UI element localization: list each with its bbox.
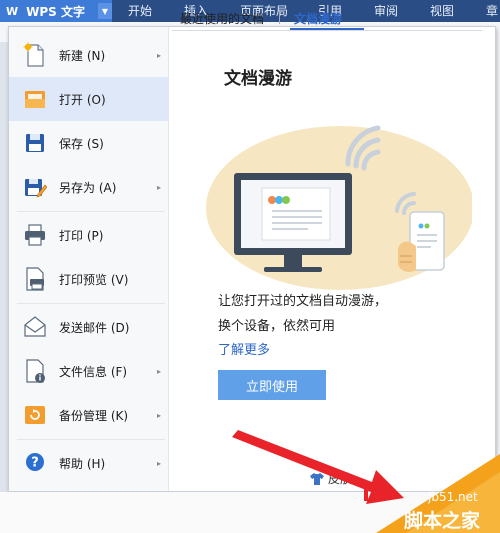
save-disk-icon [26,134,44,152]
help-icon: ? [26,453,44,471]
roaming-description-line2: 换个设备，依然可用 [218,319,336,334]
submenu-arrow-icon: ▸ [156,366,161,376]
menu-item-open[interactable]: 打开 (O) [9,77,169,121]
menu-item-label: 打开 (O) [59,92,106,107]
menu-divider [17,211,165,212]
print-preview-icon [26,267,44,291]
menu-item-send-mail[interactable]: 发送邮件 (D) [9,305,169,349]
document-left-margin [0,42,8,492]
watermark-url: jb51.net [428,490,478,504]
printer-icon [25,224,45,246]
menu-item-save[interactable]: 保存 (S) [9,121,169,165]
tshirt-icon [310,472,324,485]
new-document-icon [23,42,44,67]
app-title: WPS 文字 [26,4,85,19]
menu-item-label: 备份管理 (K) [59,408,129,423]
menu-item-new[interactable]: 新建 (N) ▸ [9,33,169,77]
menu-item-backup[interactable]: 备份管理 (K) ▸ [9,393,169,437]
wps-app-menu-button[interactable]: W WPS 文字 ▼ [0,0,112,22]
submenu-arrow-icon: ▸ [156,50,161,60]
tab-separator [279,10,280,24]
menu-item-label: 发送邮件 (D) [59,320,130,335]
tab-chapter[interactable]: 章 [486,0,498,22]
menu-item-save-as[interactable]: 另存为 (A) ▸ [9,165,169,209]
svg-text:?: ? [31,456,39,471]
tab-document-roaming[interactable]: 文档漫游 [294,10,342,27]
tab-start[interactable]: 开始 [128,0,152,22]
use-now-button[interactable]: 立即使用 [218,370,326,400]
menu-item-label: 文件信息 (F) [59,364,128,379]
menu-item-print[interactable]: 打印 (P) [9,213,169,257]
submenu-arrow-icon: ▸ [156,410,161,420]
submenu-arrow-icon: ▸ [156,458,161,468]
skin-button[interactable]: 皮肤 [310,470,352,487]
submenu-arrow-icon: ▸ [156,182,161,192]
menu-item-label: 保存 (S) [59,136,104,151]
roaming-title: 文档漫游 [224,69,292,89]
skin-label: 皮肤 [328,472,353,486]
menu-divider [17,439,165,440]
menu-item-label: 新建 (N) [59,48,106,63]
file-menu-tabs: 最近使用的文档 文档漫游 [172,6,472,30]
file-info-icon [26,359,45,383]
learn-more-link[interactable]: 了解更多 [218,339,270,358]
wps-logo-icon: W [6,4,19,18]
save-as-icon [25,179,47,198]
menu-item-label: 打印预览 (V) [59,272,129,287]
backup-icon [25,406,45,424]
menu-item-label: 打印 (P) [59,228,104,243]
menu-item-print-preview[interactable]: 打印预览 (V) [9,257,169,301]
open-folder-icon [25,91,45,108]
tab-recent-documents[interactable]: 最近使用的文档 [180,10,264,27]
roaming-description-line1: 让您打开过的文档自动漫游， [218,294,388,309]
menu-divider [17,303,165,304]
roaming-illustration [206,125,472,290]
menu-item-file-info[interactable]: 文件信息 (F) ▸ [9,349,169,393]
chevron-down-icon[interactable]: ▼ [98,3,112,19]
mail-envelope-icon [24,316,46,337]
file-menu-command-list: 新建 (N) ▸ 打开 (O) 保存 (S) 另存为 (A) ▸ 打印 (P) … [9,27,169,491]
menu-item-label: 帮助 (H) [59,456,106,471]
tabs-divider [172,30,482,31]
menu-item-help[interactable]: ? 帮助 (H) ▸ [9,441,169,485]
watermark-name: 脚本之家 [404,510,481,532]
menu-item-label: 另存为 (A) [59,180,117,195]
